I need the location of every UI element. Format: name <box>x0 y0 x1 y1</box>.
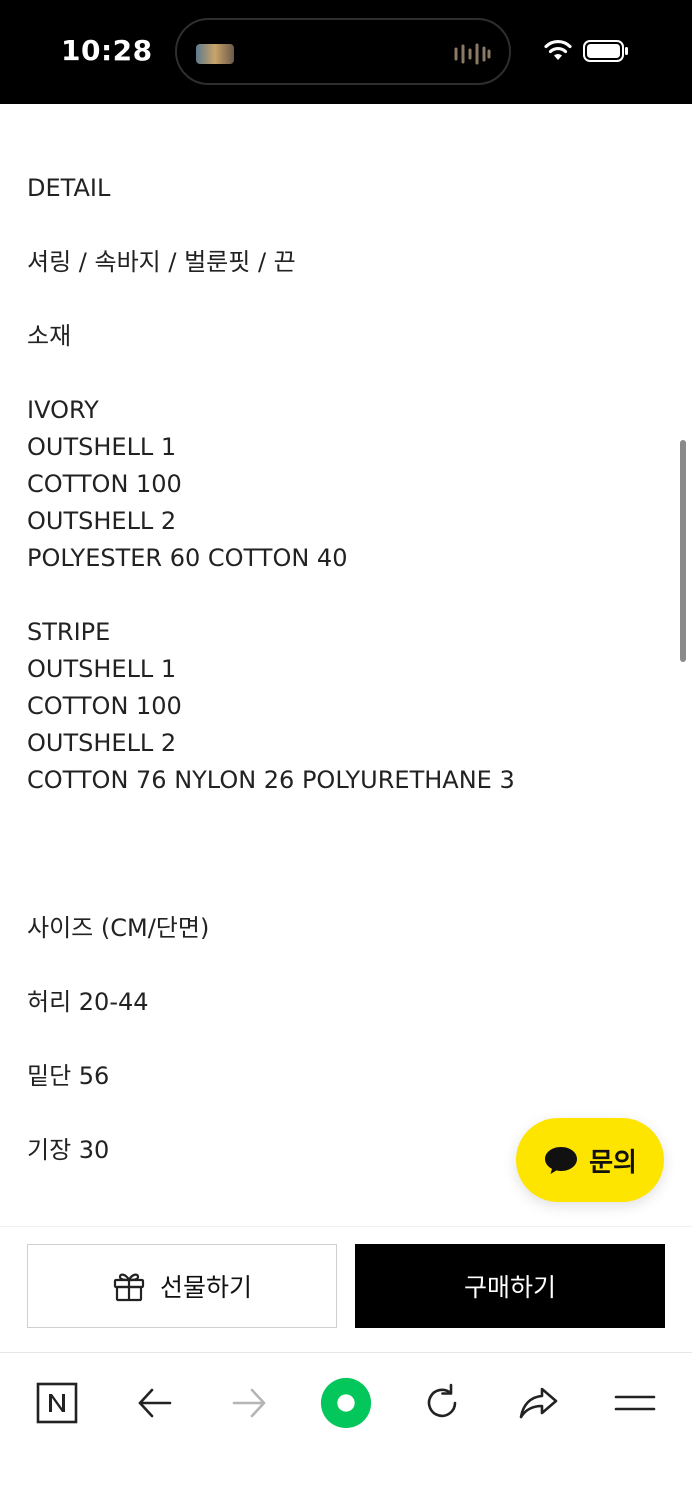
back-button[interactable] <box>126 1375 182 1431</box>
size-waist: 허리 20-44 <box>27 988 149 1016</box>
forward-button[interactable] <box>222 1375 278 1431</box>
gift-button[interactable]: 선물하기 <box>27 1244 337 1328</box>
menu-icon <box>614 1395 656 1411</box>
gift-icon <box>113 1273 145 1302</box>
wifi-icon <box>544 39 572 60</box>
reload-button[interactable] <box>414 1375 470 1431</box>
media-thumbnail-icon <box>196 44 234 64</box>
share-button[interactable] <box>510 1375 566 1431</box>
material-heading: 소재 <box>27 322 72 350</box>
menu-button[interactable] <box>607 1375 663 1431</box>
gift-label: 선물하기 <box>159 1273 252 1302</box>
detail-heading: DETAIL <box>27 174 111 202</box>
stripe-outshell-1-label: OUTSHELL 1 <box>27 655 177 683</box>
green-dot-icon <box>320 1377 372 1429</box>
share-icon <box>519 1387 558 1419</box>
green-dot-button[interactable] <box>318 1375 374 1431</box>
stripe-outshell-2-value: COTTON 76 NYLON 26 POLYURETHANE 3 <box>27 766 515 794</box>
product-detail-text: DETAIL 셔링 / 속바지 / 벌룬핏 / 끈 소재 IVORY OUTSH… <box>27 170 667 1169</box>
ivory-outshell-2-label: OUTSHELL 2 <box>27 507 177 535</box>
size-heading: 사이즈 (CM/단면) <box>27 914 210 942</box>
dynamic-island <box>175 18 511 85</box>
inquiry-label: 문의 <box>589 1147 637 1178</box>
status-bar: 10:28 <box>0 0 692 104</box>
naver-n-icon <box>36 1382 78 1424</box>
reload-icon <box>427 1383 457 1418</box>
stripe-outshell-2-label: OUTSHELL 2 <box>27 729 177 757</box>
size-hem: 밑단 56 <box>27 1062 110 1090</box>
inquiry-button[interactable]: 문의 <box>516 1118 664 1202</box>
battery-icon <box>583 40 628 62</box>
buy-label: 구매하기 <box>463 1273 556 1302</box>
ivory-outshell-2-value: POLYESTER 60 COTTON 40 <box>27 544 348 572</box>
arrow-right-icon <box>232 1388 266 1418</box>
browser-toolbar <box>0 1352 692 1500</box>
naver-home-button[interactable] <box>29 1375 85 1431</box>
ivory-heading: IVORY <box>27 396 99 424</box>
ivory-outshell-1-label: OUTSHELL 1 <box>27 433 177 461</box>
status-time: 10:28 <box>61 34 153 67</box>
ivory-outshell-1-value: COTTON 100 <box>27 470 182 498</box>
scrollbar[interactable] <box>680 440 686 662</box>
arrow-left-icon <box>138 1388 172 1418</box>
purchase-action-bar: 선물하기 구매하기 <box>0 1226 692 1352</box>
stripe-heading: STRIPE <box>27 618 111 646</box>
stripe-outshell-1-value: COTTON 100 <box>27 692 182 720</box>
buy-button[interactable]: 구매하기 <box>355 1244 665 1328</box>
chat-bubble-icon <box>545 1147 578 1174</box>
detail-features: 셔링 / 속바지 / 벌룬핏 / 끈 <box>27 248 296 276</box>
audio-waveform-icon <box>454 43 491 65</box>
